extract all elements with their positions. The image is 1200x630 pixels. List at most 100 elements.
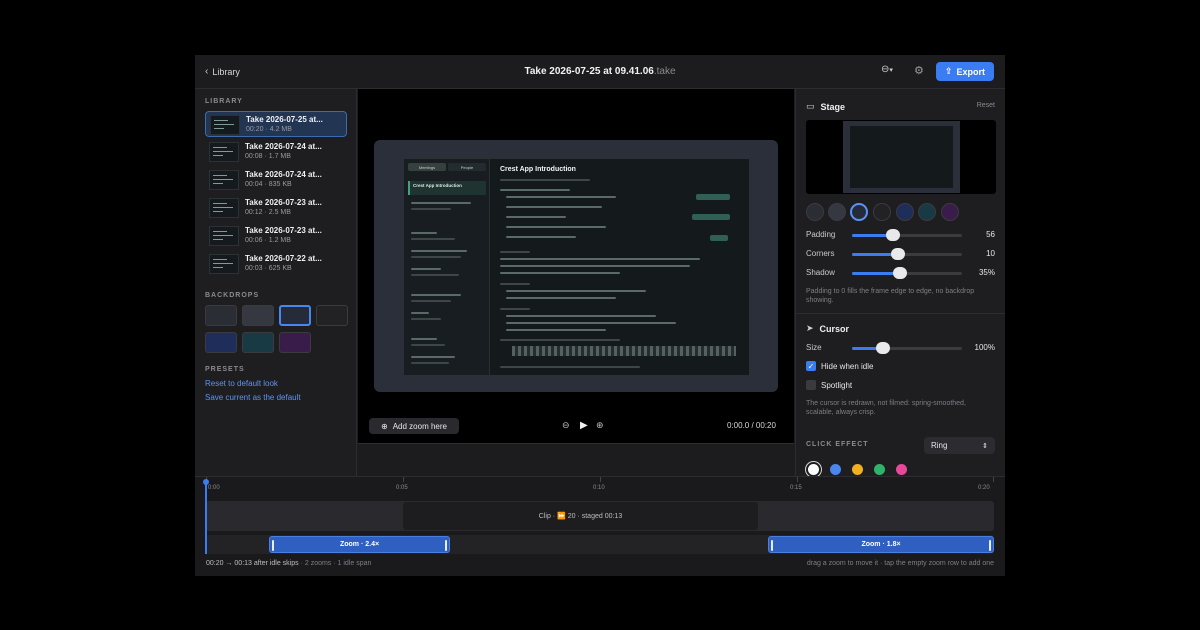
zoom-segment[interactable]: Zoom · 2.4× [269, 536, 450, 553]
cursor-heading: ➤ Cursor [806, 323, 849, 334]
backdrop-swatch[interactable] [205, 332, 237, 353]
checkmark-icon: ✓ [806, 361, 816, 371]
export-button[interactable]: ⇪ Export [936, 62, 994, 81]
recorded-list-item [408, 309, 486, 323]
zoom-label: Zoom · 1.8× [861, 541, 901, 548]
more-options-button[interactable]: ⊖▾ [881, 64, 893, 75]
backdrop-swatch[interactable] [242, 332, 274, 353]
back-label: Library [212, 66, 240, 77]
take-thumbnail [210, 115, 240, 135]
video-preview: Meetings People Crest App Introduction C… [358, 89, 794, 443]
take-meta: 00:08 · 1.7 MB [245, 153, 291, 160]
take-item[interactable]: Take 2026-07-24 at... 00:04 · 835 KB [205, 167, 347, 193]
summary-idle: · 1 idle span [333, 560, 372, 567]
zoom-segment[interactable]: Zoom · 1.8× [768, 536, 994, 553]
recorded-screen[interactable]: Meetings People Crest App Introduction C… [403, 158, 750, 376]
spotlight-checkbox[interactable]: Spotlight [806, 380, 852, 390]
cursor-size-slider[interactable] [852, 342, 962, 354]
backdrop-color-swatch[interactable] [873, 203, 891, 221]
take-item[interactable]: Take 2026-07-23 at... 00:06 · 1.2 MB [205, 223, 347, 249]
save-as-default-link[interactable]: Save current as the default [205, 393, 301, 402]
zoom-label: Zoom · 2.4× [339, 541, 380, 548]
recorded-list-item: Crest App Introduction [408, 181, 486, 195]
take-item[interactable]: Take 2026-07-25 at... 00:20 · 4.2 MB [205, 111, 347, 137]
backdrop-color-swatch[interactable] [896, 203, 914, 221]
play-icon: ▶ [580, 420, 588, 431]
take-thumbnail [209, 170, 239, 190]
take-thumbnail [209, 226, 239, 246]
backdrop-color-swatch[interactable] [941, 203, 959, 221]
timeline-tick: 0:00 [208, 485, 220, 491]
library-sidebar: LIBRARY Take 2026-07-25 at... 00:20 · 4.… [195, 89, 357, 476]
playhead[interactable] [203, 479, 209, 554]
zoom-handle-left[interactable] [771, 540, 773, 551]
take-item[interactable]: Take 2026-07-24 at... 00:08 · 1.7 MB [205, 139, 347, 165]
skip-back-button[interactable]: ⊖ [562, 420, 570, 431]
backdrop-color-swatch[interactable] [828, 203, 846, 221]
cursor-title: Cursor [819, 323, 850, 334]
shadow-slider[interactable] [852, 267, 962, 279]
backdrop-color-swatch[interactable] [806, 203, 824, 221]
corners-slider[interactable] [852, 248, 962, 260]
recorded-sidebar: Meetings People Crest App Introduction [404, 159, 490, 375]
zoom-track[interactable]: Zoom · 2.4× Zoom · 1.8× [206, 535, 994, 554]
slider-knob[interactable] [891, 248, 906, 260]
click-color-dot[interactable] [852, 464, 863, 475]
clip-segment[interactable]: Clip · ⏩ 20 · staged 00:13 [403, 502, 758, 530]
backdrop-swatch[interactable] [316, 305, 348, 326]
chevron-left-icon: ‹ [205, 66, 209, 77]
skip-forward-button[interactable]: ⊕ [596, 420, 604, 431]
stage-title: Stage [820, 101, 846, 112]
click-effect-value: Ring [931, 441, 948, 450]
click-color-dot[interactable] [808, 464, 819, 475]
play-button[interactable]: ▶ [580, 420, 588, 431]
stage-reset-button[interactable]: Reset [977, 102, 995, 109]
hide-when-idle-checkbox[interactable]: ✓ Hide when idle [806, 361, 873, 371]
take-meta: 00:20 · 4.2 MB [246, 126, 292, 133]
take-name: Take 2026-07-24 at... [245, 170, 322, 179]
take-item[interactable]: Take 2026-07-22 at... 00:03 · 625 KB [205, 251, 347, 277]
add-zoom-button[interactable]: ⊕ Add zoom here [369, 418, 459, 434]
cursor-arrow-icon: ➤ [806, 323, 814, 333]
take-item[interactable]: Take 2026-07-23 at... 00:12 · 2.5 MB [205, 195, 347, 221]
back-to-library-button[interactable]: ‹ Library [205, 66, 240, 77]
gear-icon: ⚙ [914, 65, 924, 77]
recorded-list-item [408, 335, 486, 349]
reset-default-look-link[interactable]: Reset to default look [205, 379, 278, 388]
backdrop-swatch[interactable] [242, 305, 274, 326]
click-effect-select[interactable]: Ring ⇕ [924, 437, 995, 454]
backdrop-color-swatch[interactable] [918, 203, 936, 221]
take-name: Take 2026-07-24 at... [245, 142, 322, 151]
size-label: Size [806, 343, 822, 352]
click-color-dot[interactable] [874, 464, 885, 475]
take-thumbnail [209, 254, 239, 274]
slider-knob[interactable] [875, 342, 890, 354]
backdrop-swatch[interactable] [205, 305, 237, 326]
slider-knob[interactable] [885, 229, 900, 241]
share-icon: ⇪ [944, 66, 953, 76]
take-name: Take 2026-07-23 at... [245, 198, 322, 207]
settings-button[interactable]: ⚙ [914, 64, 924, 77]
recorded-tab-people: People [448, 163, 486, 171]
recorded-list-item [408, 291, 486, 305]
backdrop-color-swatch[interactable] [850, 203, 868, 221]
timeline[interactable]: 0:00 0:05 0:10 0:15 0:20 Clip · ⏩ 20 · s… [195, 476, 1005, 576]
zoom-handle-right[interactable] [989, 540, 991, 551]
backdrop-swatch[interactable] [279, 305, 311, 326]
recorded-app-title: Crest App Introduction [500, 166, 576, 173]
backdrop-swatch[interactable] [279, 332, 311, 353]
clip-track[interactable]: Clip · ⏩ 20 · staged 00:13 [206, 501, 994, 531]
click-color-dot[interactable] [896, 464, 907, 475]
padding-slider[interactable] [852, 229, 962, 241]
take-meta: 00:03 · 625 KB [245, 265, 292, 272]
chevron-down-icon: ▾ [889, 67, 893, 74]
recorded-list-item [408, 229, 486, 243]
zoom-handle-left[interactable] [272, 540, 274, 551]
cursor-size-value: 100% [974, 343, 995, 352]
click-color-dot[interactable] [830, 464, 841, 475]
zoom-handle-right[interactable] [445, 540, 447, 551]
take-thumbnail [209, 198, 239, 218]
shadow-value: 35% [978, 268, 995, 277]
slider-knob[interactable] [893, 267, 908, 279]
corners-value: 10 [986, 249, 995, 258]
